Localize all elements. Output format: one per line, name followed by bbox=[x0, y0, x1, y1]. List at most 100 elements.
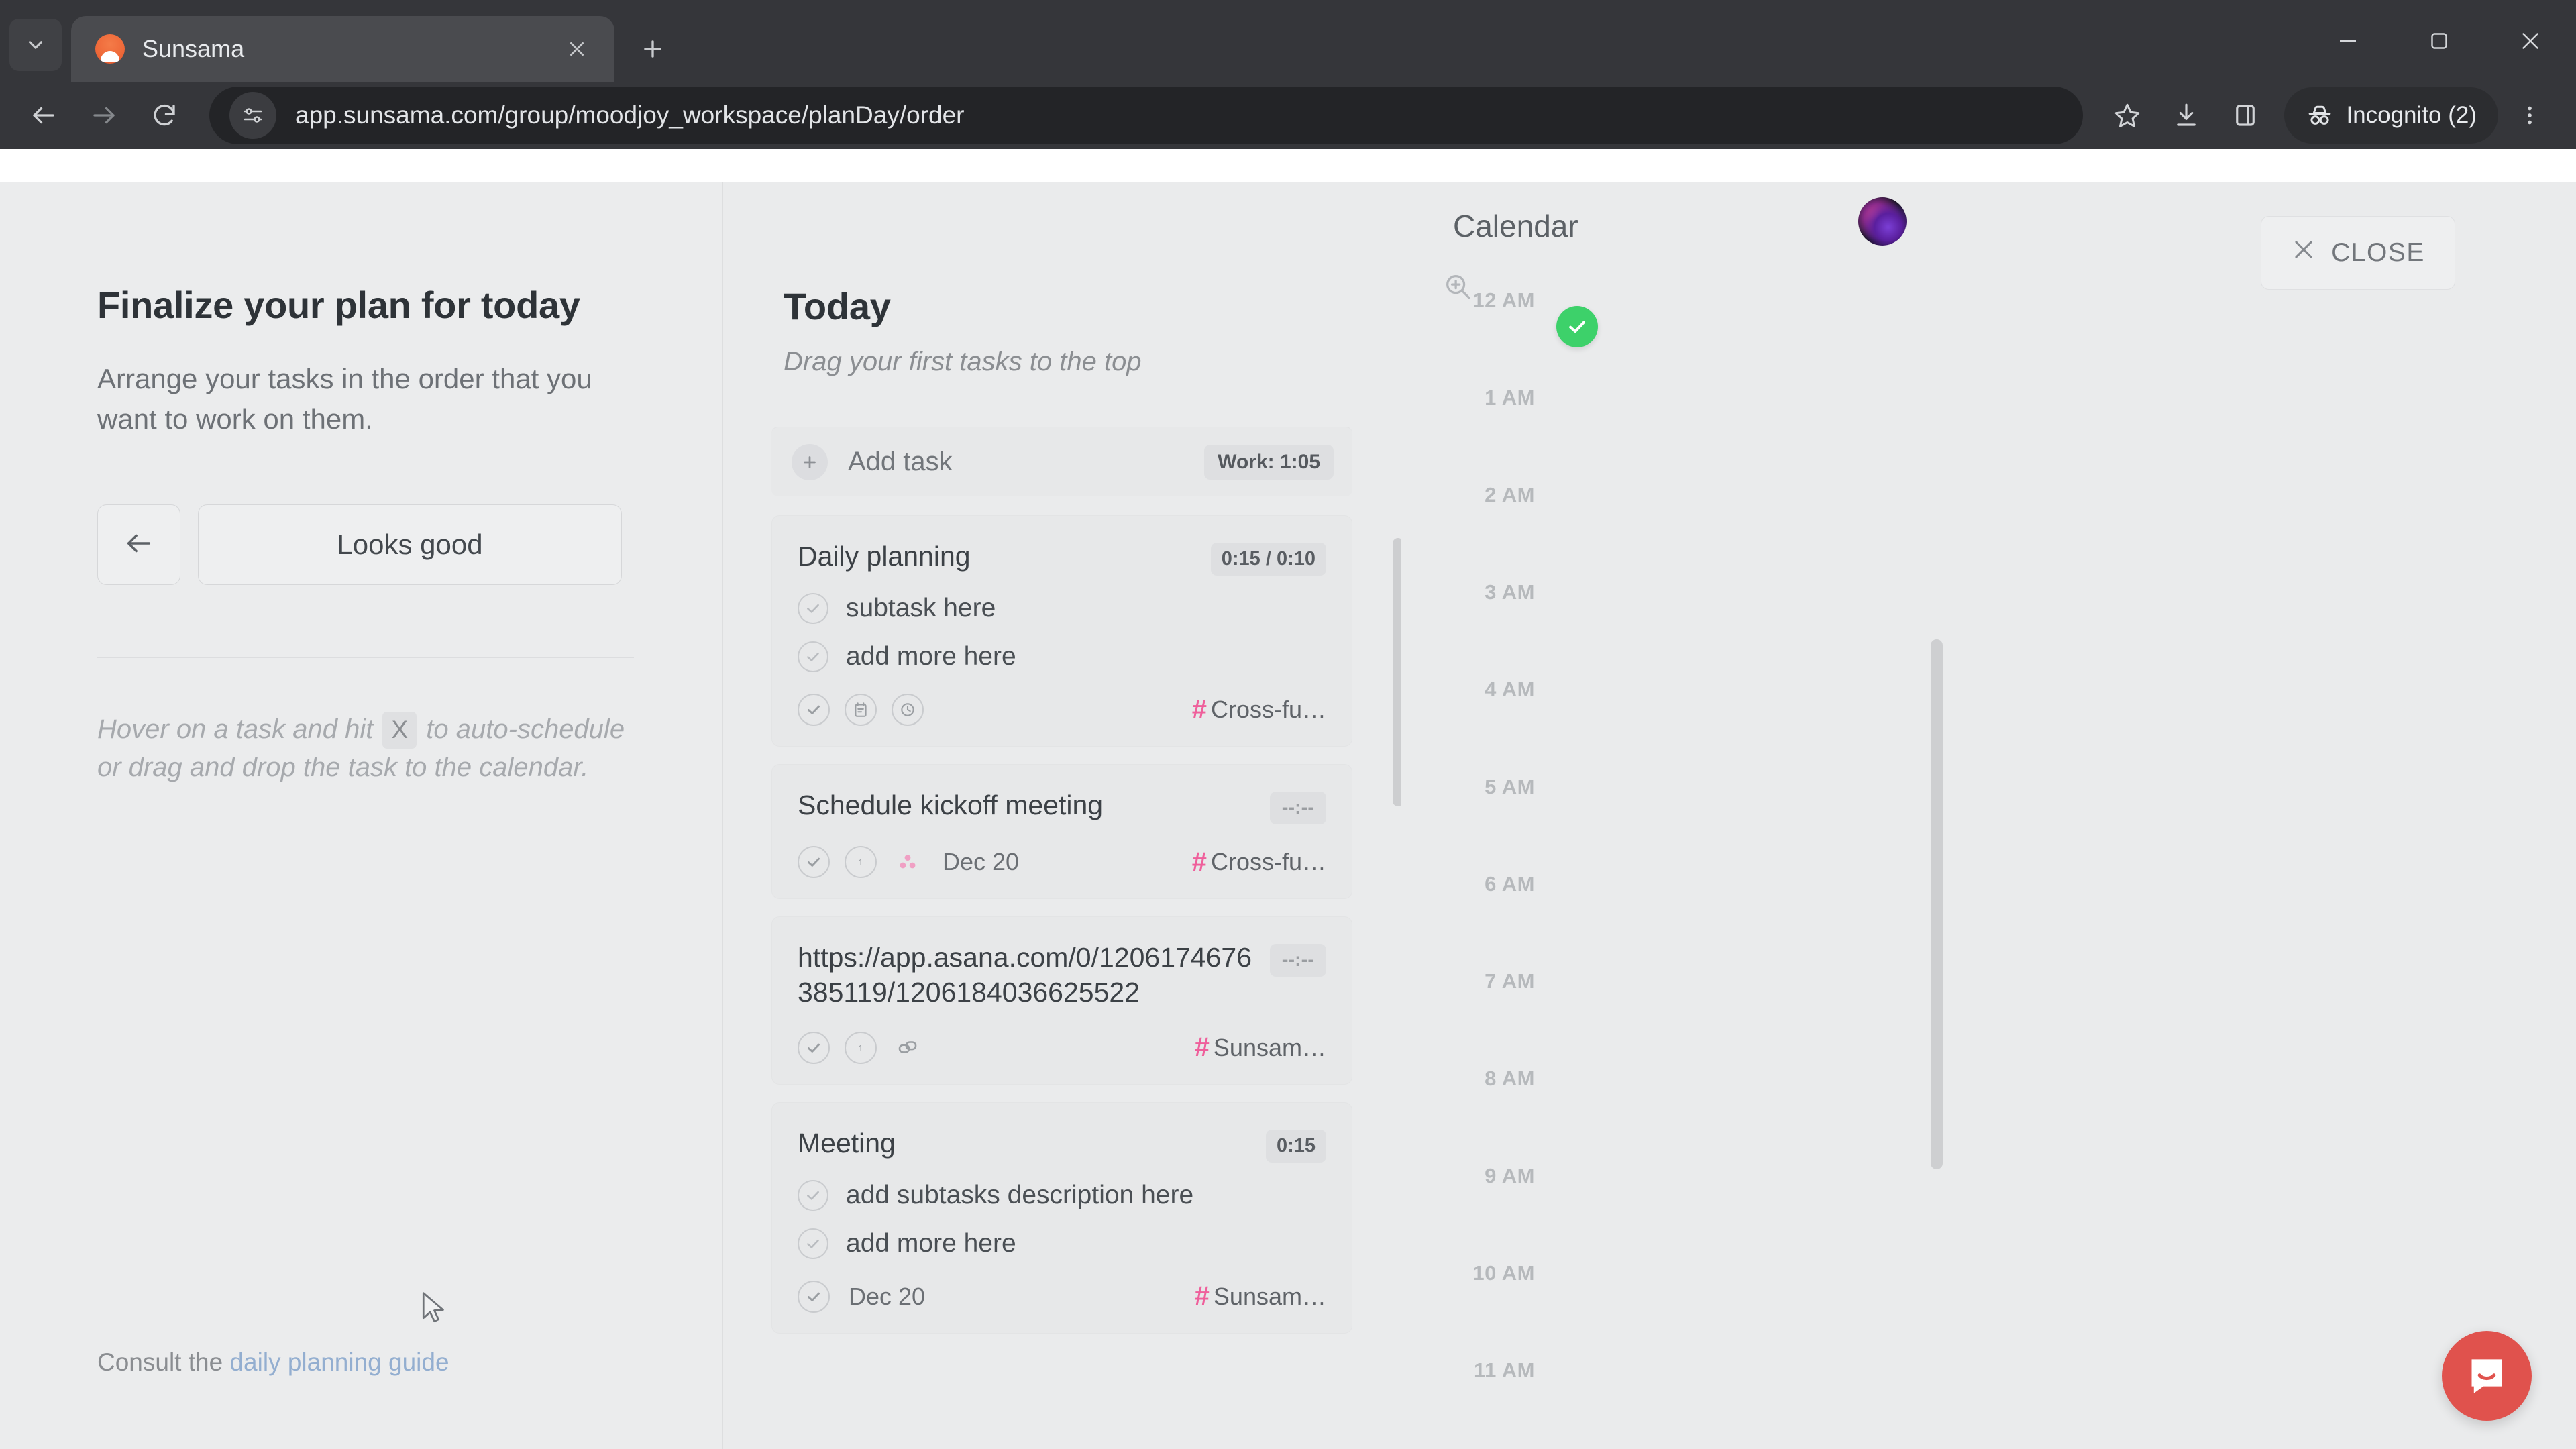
task-duration-badge[interactable]: 0:15 / 0:10 bbox=[1210, 543, 1326, 576]
subtask-label: add more here bbox=[846, 642, 1016, 671]
three-dot-menu-icon[interactable] bbox=[2501, 87, 2559, 144]
url-text: app.sunsama.com/group/moodjoy_workspace/… bbox=[295, 101, 965, 129]
add-task-row[interactable]: Add task Work: 1:05 bbox=[771, 427, 1352, 496]
sunsama-logo-icon bbox=[95, 34, 125, 64]
download-icon[interactable] bbox=[2157, 86, 2216, 145]
browser-chrome: Sunsama app.sunsama.com/group/moodjoy_wo… bbox=[0, 0, 2576, 149]
check-circle-icon[interactable] bbox=[798, 1031, 830, 1064]
new-tab-icon[interactable] bbox=[629, 25, 676, 72]
tab-search-icon[interactable] bbox=[9, 19, 62, 71]
star-icon[interactable] bbox=[2098, 86, 2157, 145]
maximize-icon[interactable] bbox=[2394, 0, 2485, 82]
link-icon[interactable] bbox=[892, 1032, 924, 1064]
check-circle-icon[interactable] bbox=[798, 593, 828, 624]
task-channel[interactable]: # Cross-fu… bbox=[1192, 847, 1326, 877]
task-date: Dec 20 bbox=[849, 1282, 926, 1310]
incognito-indicator[interactable]: Incognito (2) bbox=[2284, 87, 2498, 144]
check-circle-icon[interactable] bbox=[798, 641, 828, 672]
plan-day-guide-panel: Finalize your plan for today Arrange you… bbox=[0, 182, 723, 1449]
subtask-row[interactable]: add subtasks description here bbox=[798, 1179, 1326, 1211]
looks-good-label: Looks good bbox=[337, 529, 483, 561]
calendar-hour-row: 7 AM bbox=[1401, 969, 2576, 1079]
hour-label: 6 AM bbox=[1485, 872, 1535, 896]
avatar[interactable] bbox=[1858, 197, 1907, 246]
task-card-top: Schedule kickoff meeting --:-- bbox=[798, 788, 1326, 824]
guide-hint: Hover on a task and hit X to auto-schedu… bbox=[97, 710, 627, 787]
calendar-hour-row: 4 AM bbox=[1401, 678, 2576, 787]
task-card-top: Meeting 0:15 bbox=[798, 1126, 1326, 1163]
forward-icon[interactable] bbox=[74, 85, 134, 146]
task-duration-badge[interactable]: 0:15 bbox=[1265, 1129, 1326, 1163]
svg-text:1: 1 bbox=[858, 1043, 863, 1053]
task-card-top: Daily planning 0:15 / 0:10 bbox=[798, 539, 1326, 576]
task-title: Schedule kickoff meeting bbox=[798, 790, 1104, 820]
subtask-label: subtask here bbox=[846, 594, 996, 623]
address-bar[interactable]: app.sunsama.com/group/moodjoy_workspace/… bbox=[209, 87, 2084, 144]
site-settings-icon[interactable] bbox=[229, 92, 276, 139]
reload-icon[interactable] bbox=[134, 85, 195, 146]
hash-icon: # bbox=[1191, 694, 1207, 724]
notes-icon[interactable] bbox=[845, 694, 877, 726]
calendar-hour-row: 9 AM bbox=[1401, 1164, 2576, 1273]
back-icon[interactable] bbox=[13, 85, 74, 146]
close-label: CLOSE bbox=[2331, 238, 2425, 267]
recurring-icon[interactable]: 1 bbox=[845, 1031, 877, 1064]
back-step-button[interactable] bbox=[97, 504, 180, 586]
window-close-icon[interactable] bbox=[2485, 0, 2576, 82]
task-channel[interactable]: # Cross-fu… bbox=[1192, 695, 1326, 725]
people-icon[interactable] bbox=[892, 846, 924, 878]
channel-name: Cross-fu… bbox=[1210, 696, 1326, 723]
check-circle-icon[interactable] bbox=[798, 846, 830, 878]
calendar-grid[interactable]: 12 AM 1 AM 2 AM 3 AM 4 AM 5 AM 6 AM 7 AM… bbox=[1401, 288, 2576, 1449]
add-task-label: Add task bbox=[848, 447, 953, 476]
channel-name: Sunsam… bbox=[1213, 1033, 1326, 1061]
calendar-hour-row: 6 AM bbox=[1401, 872, 2576, 981]
task-duration-badge[interactable]: --:-- bbox=[1269, 944, 1326, 977]
task-channel[interactable]: # Sunsam… bbox=[1195, 1032, 1326, 1063]
today-subtitle: Drag your first tasks to the top bbox=[784, 347, 1142, 376]
check-circle-icon[interactable] bbox=[798, 1179, 828, 1211]
work-total-badge: Work: 1:05 bbox=[1204, 444, 1334, 480]
tab-strip: Sunsama bbox=[0, 0, 2576, 82]
guide-footer: Consult the daily planning guide bbox=[97, 1348, 449, 1377]
subtask-row[interactable]: add more here bbox=[798, 1228, 1326, 1259]
hour-label: 2 AM bbox=[1485, 483, 1535, 506]
subtask-row[interactable]: add more here bbox=[798, 641, 1326, 672]
task-card[interactable]: https://app.asana.com/0/1206174676385119… bbox=[771, 916, 1352, 1085]
page-title: Finalize your plan for today bbox=[97, 284, 580, 326]
close-icon bbox=[2291, 237, 2316, 269]
task-title: Daily planning bbox=[798, 541, 971, 572]
hour-label: 8 AM bbox=[1485, 1067, 1535, 1090]
task-card[interactable]: Daily planning 0:15 / 0:10 subtask here … bbox=[771, 515, 1352, 747]
plus-icon bbox=[792, 443, 828, 480]
close-button[interactable]: CLOSE bbox=[2261, 216, 2455, 290]
browser-tab-sunsama[interactable]: Sunsama bbox=[71, 16, 614, 82]
calendar-title: Calendar bbox=[1453, 209, 1578, 244]
looks-good-button[interactable]: Looks good bbox=[198, 504, 622, 586]
daily-planning-guide-link[interactable]: daily planning guide bbox=[229, 1348, 449, 1376]
hour-label: 5 AM bbox=[1485, 775, 1535, 798]
check-circle-icon[interactable] bbox=[798, 1280, 830, 1313]
side-panel-icon[interactable] bbox=[2216, 86, 2275, 145]
minimize-icon[interactable] bbox=[2302, 0, 2394, 82]
sunsama-app: Finalize your plan for today Arrange you… bbox=[0, 182, 2576, 1449]
hash-icon: # bbox=[1194, 1032, 1210, 1063]
task-card-top: https://app.asana.com/0/1206174676385119… bbox=[798, 940, 1326, 1010]
today-title: Today bbox=[784, 285, 891, 327]
task-card[interactable]: Schedule kickoff meeting --:-- 1 Dec 20 bbox=[771, 764, 1352, 899]
clock-icon[interactable] bbox=[892, 694, 924, 726]
task-duration-badge[interactable]: --:-- bbox=[1269, 792, 1326, 824]
hour-label: 12 AM bbox=[1472, 288, 1535, 312]
check-circle-icon[interactable] bbox=[798, 694, 830, 726]
subtask-label: add subtasks description here bbox=[846, 1180, 1194, 1210]
channel-name: Cross-fu… bbox=[1210, 848, 1326, 875]
task-channel[interactable]: # Sunsam… bbox=[1195, 1281, 1326, 1311]
intercom-messenger-icon[interactable] bbox=[2442, 1331, 2532, 1421]
task-card[interactable]: Meeting 0:15 add subtasks description he… bbox=[771, 1102, 1352, 1334]
calendar-hour-row: 3 AM bbox=[1401, 580, 2576, 690]
subtask-row[interactable]: subtask here bbox=[798, 593, 1326, 624]
check-circle-icon[interactable] bbox=[798, 1228, 828, 1259]
calendar-scrollbar[interactable] bbox=[1931, 639, 1943, 1169]
recurring-icon[interactable]: 1 bbox=[845, 846, 877, 878]
close-tab-icon[interactable] bbox=[558, 30, 596, 68]
